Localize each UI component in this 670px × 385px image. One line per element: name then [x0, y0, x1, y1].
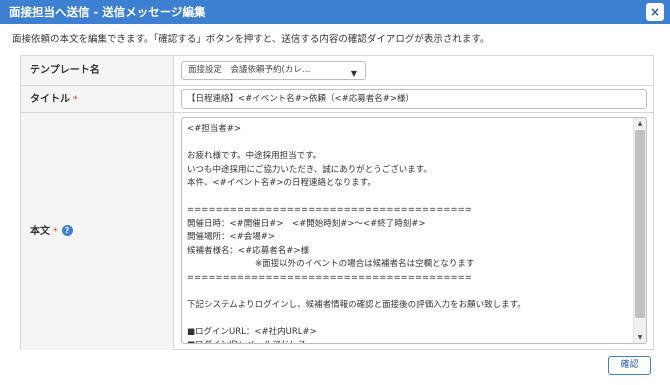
body-row: 本文 *? <#担当者#> お疲れ様です。中途採用担当です。いつも中途採用にご協力…: [21, 113, 653, 350]
template-label-text: テンプレート名: [30, 65, 100, 76]
scroll-down-icon[interactable]: ▼: [634, 332, 646, 343]
body-line: ========================================: [187, 272, 472, 283]
scroll-thumb[interactable]: [635, 130, 645, 318]
dialog-description: 面接依頼の本文を編集できます。「確認する」ボタンを押すと、送信する内容の確認ダイ…: [12, 34, 490, 45]
body-line: いつも中途採用にご協力いただき、誠にありがとうございます。: [187, 164, 432, 175]
body-line: [187, 312, 630, 326]
body-field: <#担当者#> お疲れ様です。中途採用担当です。いつも中途採用にご協力いただき、…: [174, 113, 653, 350]
confirm-button[interactable]: 確認: [608, 356, 651, 375]
body-line: お疲れ様です。中途採用担当です。: [187, 151, 322, 161]
template-label: テンプレート名: [21, 56, 174, 85]
body-line: ■ログインURL：<#社内URL#>: [187, 326, 317, 337]
body-label: 本文 *?: [21, 113, 174, 350]
message-form: テンプレート名 面接設定 会議依頼予約(カレ… ▼ タイトル * 【日程連絡】<#…: [20, 55, 654, 350]
required-mark: *: [73, 95, 78, 105]
template-row: テンプレート名 面接設定 会議依頼予約(カレ… ▼: [21, 56, 653, 86]
body-line: 開催場所：<#会場#>: [187, 232, 275, 242]
required-mark: *: [53, 227, 58, 237]
body-line: [187, 285, 630, 299]
body-line: <#担当者#>: [187, 124, 241, 134]
body-line: ========================================: [187, 205, 472, 215]
title-input[interactable]: 【日程連絡】<#イベント名#>依頼（<#応募者名#>様）: [181, 89, 647, 109]
dialog-title: 面接担当へ送信 - 送信メッセージ編集: [9, 5, 206, 19]
title-field: 【日程連絡】<#イベント名#>依頼（<#応募者名#>様）: [174, 86, 653, 112]
body-line: ※面接以外のイベントの場合は候補者名は空欄となります: [187, 259, 475, 269]
scroll-up-icon[interactable]: ▲: [634, 118, 646, 129]
body-scrollbar[interactable]: ▲ ▼: [633, 118, 646, 343]
close-icon[interactable]: ×: [646, 3, 664, 21]
help-icon[interactable]: ?: [61, 224, 73, 236]
body-line: [187, 137, 630, 151]
title-label: タイトル *: [21, 86, 174, 112]
body-line: 本件、<#イベント名#>の日程連絡となります。: [187, 178, 376, 188]
edit-message-dialog: 面接担当へ送信 - 送信メッセージ編集 × 面接依頼の本文を編集できます。「確認…: [0, 0, 670, 385]
template-selected-value: 面接設定 会議依頼予約(カレ…: [188, 65, 311, 75]
body-line: 開催日時：<#開催日#> <#開始時刻#>～<#終了時刻#>: [187, 218, 426, 229]
body-line: 下記システムよりログインし、候補者情報の確認と面接後の評価入力をお願い致します。: [187, 299, 526, 310]
body-line: 候補者様名：<#応募者名#>様: [187, 245, 309, 256]
template-select[interactable]: 面接設定 会議依頼予約(カレ… ▼: [181, 61, 366, 80]
body-textarea[interactable]: <#担当者#> お疲れ様です。中途採用担当です。いつも中途採用にご協力いただき、…: [181, 117, 647, 344]
dialog-titlebar: 面接担当へ送信 - 送信メッセージ編集 ×: [0, 0, 670, 24]
title-row: タイトル * 【日程連絡】<#イベント名#>依頼（<#応募者名#>様）: [21, 86, 653, 113]
body-line: ■ログインID：メールアドレス: [187, 339, 630, 343]
body-text: <#担当者#> お疲れ様です。中途採用担当です。いつも中途採用にご協力いただき、…: [187, 123, 630, 343]
chevron-down-icon: ▼: [350, 69, 357, 78]
body-label-text: 本文: [30, 226, 50, 237]
body-line: [187, 191, 630, 205]
title-label-text: タイトル: [30, 94, 70, 105]
template-field: 面接設定 会議依頼予約(カレ… ▼: [174, 56, 653, 85]
